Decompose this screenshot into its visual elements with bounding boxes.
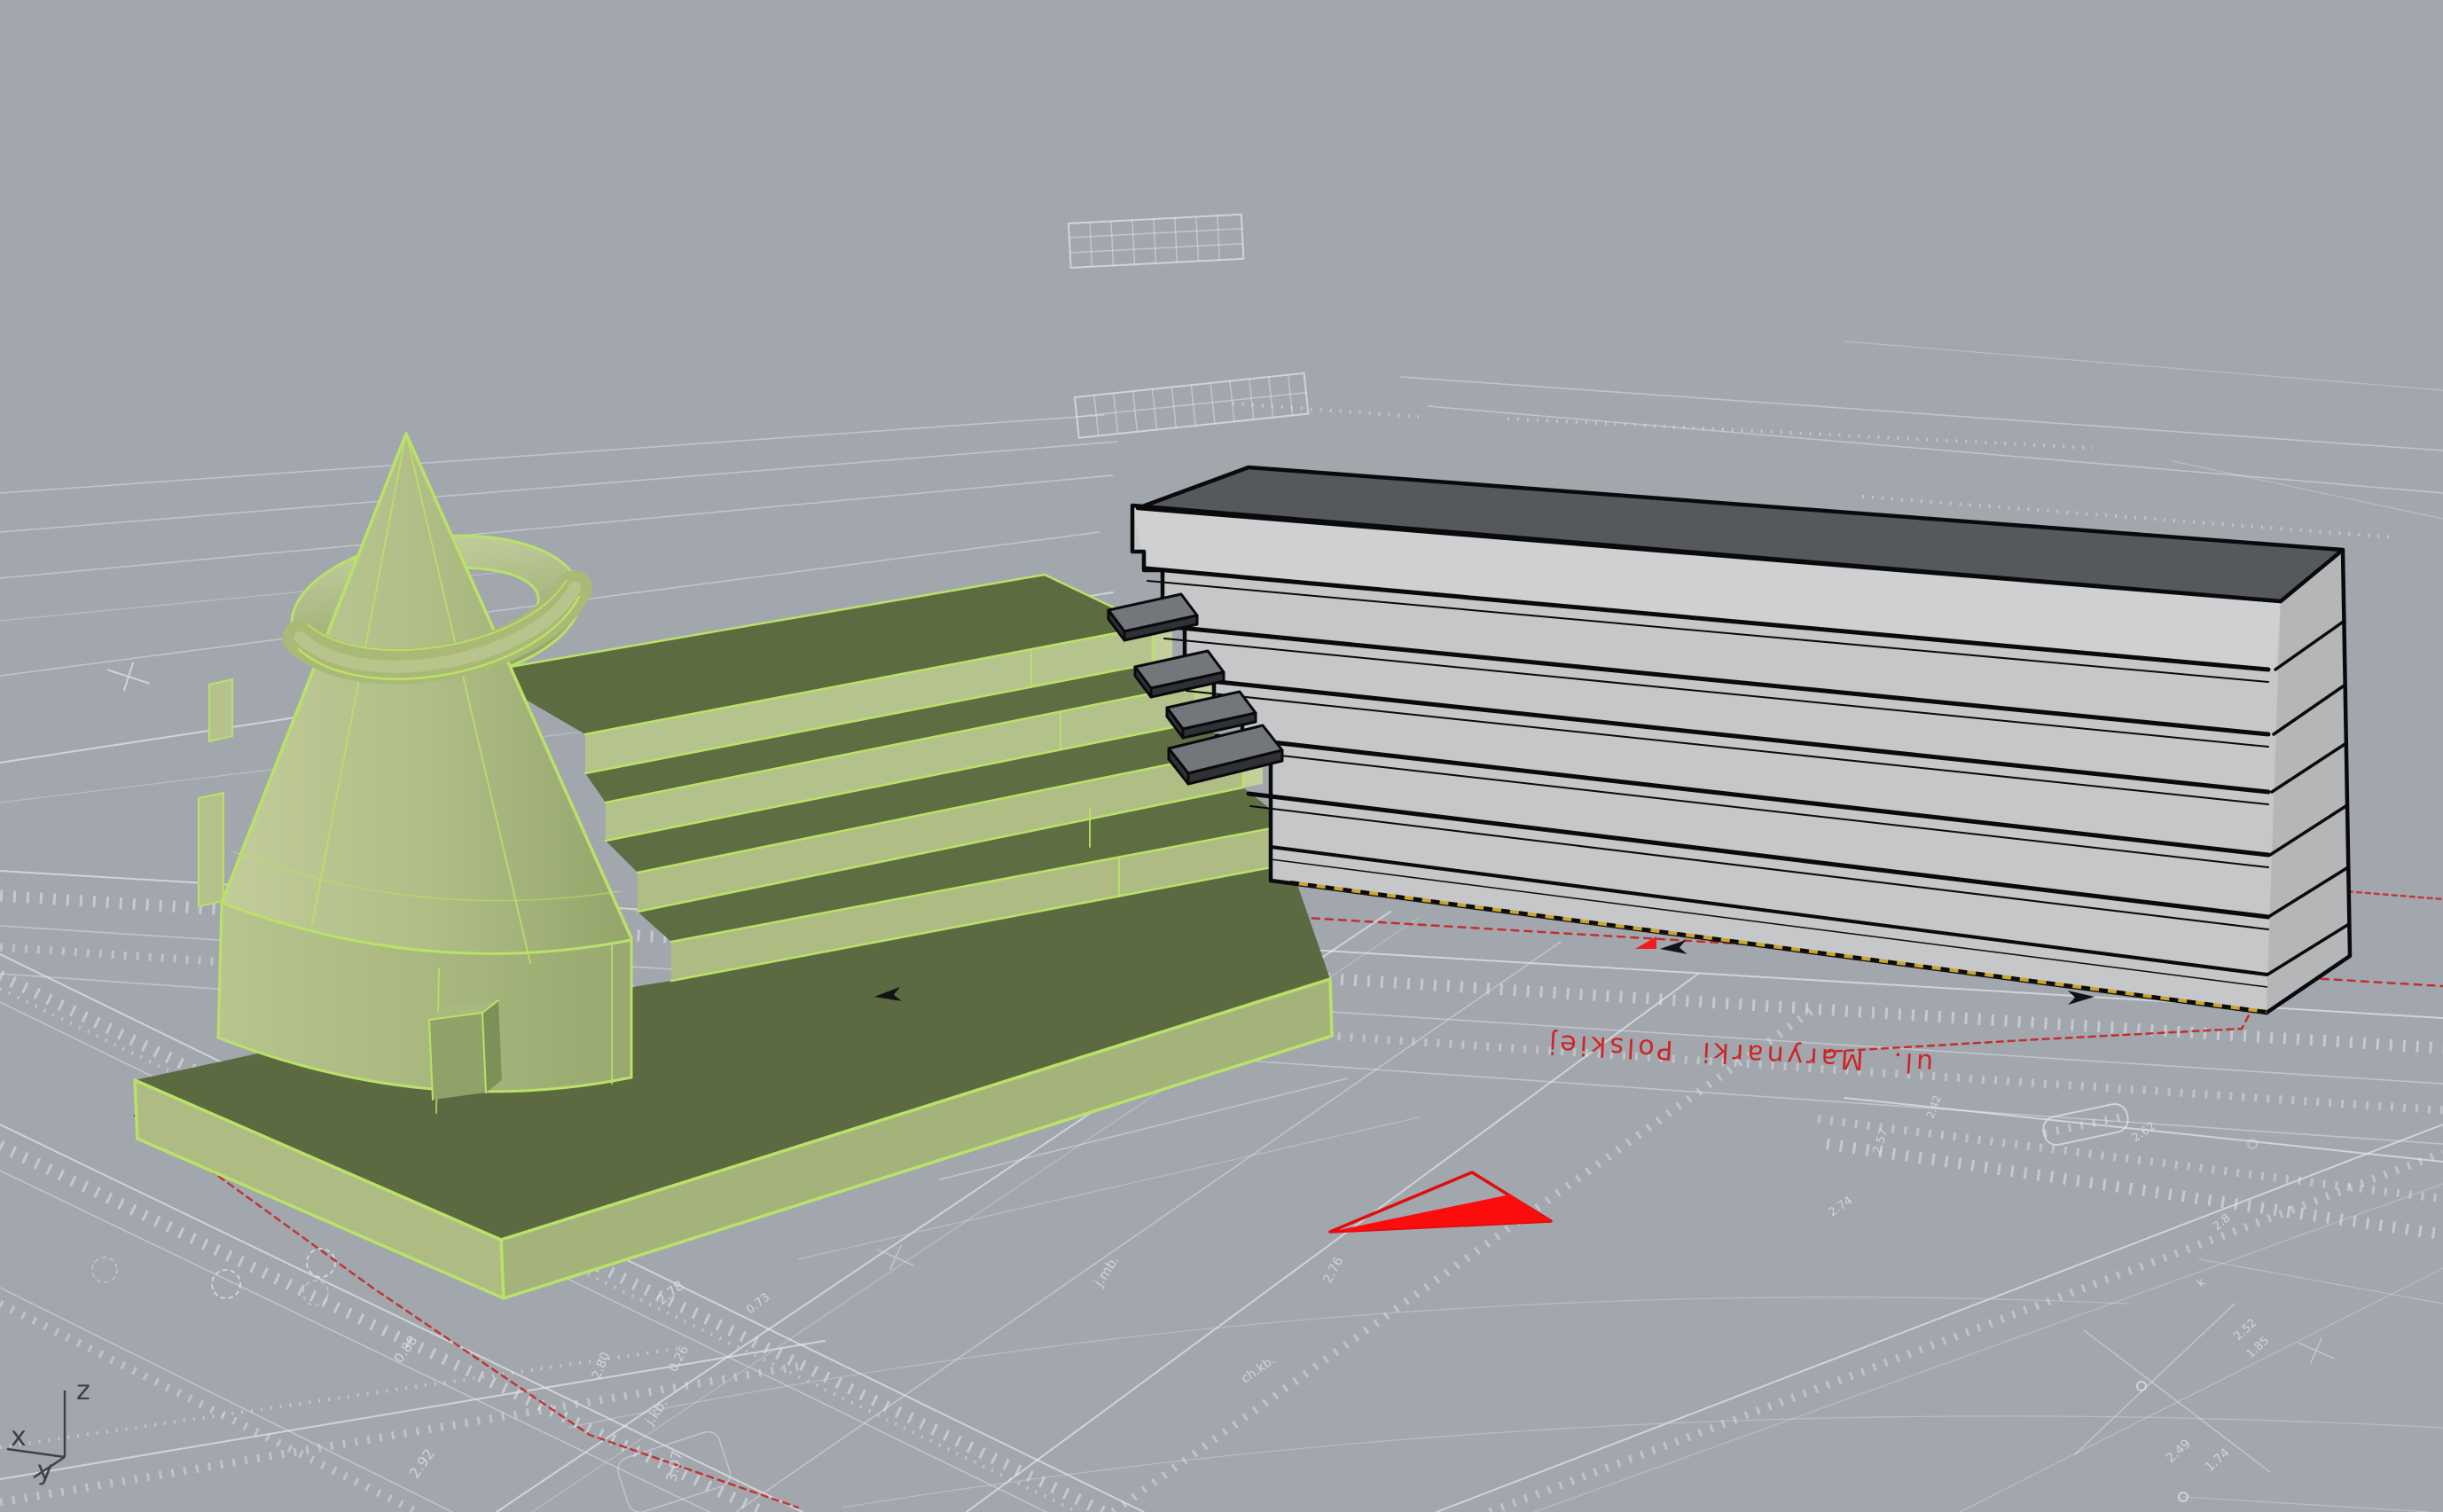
axis-label-x: x (11, 1422, 27, 1453)
cad-viewport[interactable]: ul. Marynarki Polskiej 2.780.730.882.800… (0, 0, 2443, 1512)
plinth-notch-box (429, 1000, 502, 1100)
axis-label-y: y (37, 1455, 53, 1486)
axis-label-z: z (76, 1375, 90, 1406)
